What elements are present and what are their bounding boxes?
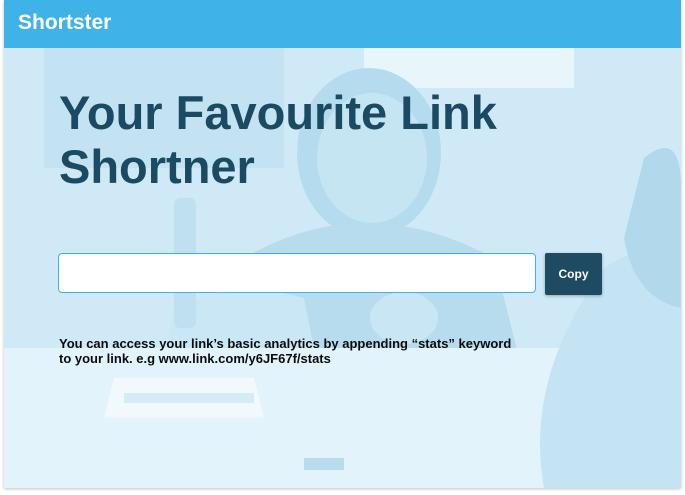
app-window: Shortster Your Favourite Link Shortner C…: [4, 0, 681, 488]
hero-headline: Your Favourite Link Shortner: [59, 86, 539, 194]
analytics-help-text: You can access your link’s basic analyti…: [59, 336, 539, 366]
help-text-line-1: You can access your link’s basic analyti…: [59, 336, 512, 351]
headline-line-1: Your Favourite Link: [59, 86, 497, 139]
headline-line-2: Shortner: [59, 140, 255, 193]
shortened-url-input[interactable]: [58, 253, 536, 293]
main-content: Your Favourite Link Shortner Copy You can…: [4, 48, 681, 488]
top-bar: Shortster: [4, 0, 681, 48]
copy-button[interactable]: Copy: [545, 253, 602, 295]
help-text-line-2: to your link. e.g www.link.com/y6JF67f/s…: [59, 351, 331, 366]
brand-logo-text[interactable]: Shortster: [18, 11, 111, 35]
